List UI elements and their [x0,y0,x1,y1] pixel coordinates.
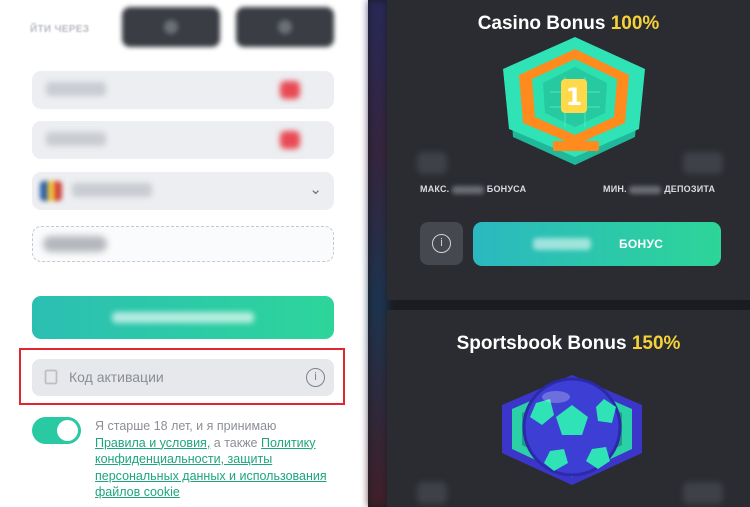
currency-select[interactable]: ⌄ [32,172,334,210]
max-bonus-value-blurred [417,152,447,174]
soccer-ball-icon [502,375,642,485]
email-field[interactable] [32,71,334,109]
sportsbook-bonus-card: Sportsbook Bonus 150% [387,310,750,507]
sportsbook-bonus-title: Sportsbook Bonus 150% [387,333,750,355]
info-icon[interactable]: i [306,368,325,387]
password-field[interactable] [32,121,334,159]
register-button[interactable] [32,296,334,339]
min-deposit-label-right: ДЕПОЗИТА [664,184,716,194]
max-bonus-label: МАКС. БОНУСА [420,184,526,194]
casino-info-button[interactable]: i [420,222,463,265]
consent-text: Я старше 18 лет, и я принимаю Правила и … [95,418,345,501]
button-label-blurred [533,238,591,250]
flag-icon [40,181,62,201]
social-login-button-2[interactable] [236,7,334,47]
casino-bonus-name: Casino Bonus [477,13,606,34]
sportsbook-bonus-percent: 150% [631,333,681,354]
get-casino-bonus-button[interactable]: БОНУС [473,222,721,266]
info-icon: i [432,234,451,253]
background-edge [368,0,388,507]
required-marker-icon [280,81,300,99]
field-placeholder-blurred [43,236,107,252]
age-consent-toggle[interactable] [32,417,81,444]
terms-link[interactable]: Правила и условия, [95,436,210,450]
field-placeholder-blurred [46,132,106,146]
min-deposit-label-left: МИН. [603,184,627,194]
casino-chest-icon: 1 [503,37,645,165]
consent-text-before: Я старше 18 лет, и я принимаю [95,419,277,433]
privacy-policy-link[interactable]: Политику [261,436,316,450]
login-via-label: ЙТИ ЧЕРЕЗ [30,24,90,35]
sportsbook-max-bonus-blurred [417,482,447,504]
svg-text:1: 1 [566,83,583,111]
consent-text-middle: а также [210,435,261,450]
min-deposit-label: МИН. ДЕПОЗИТА [603,184,715,194]
blurred-text [629,185,662,194]
social-icon [278,20,292,34]
chevron-down-icon: ⌄ [309,181,322,198]
toggle-knob [57,420,78,441]
privacy-policy-link-rest[interactable]: конфиденциальности, защиты персональных … [95,452,327,499]
registration-panel: ЙТИ ЧЕРЕЗ ⌄ Код активации i Я старше 18 … [0,0,368,507]
social-login-button-1[interactable] [122,7,220,47]
required-marker-icon [280,131,300,149]
bonus-button-label: БОНУС [619,237,664,251]
activation-code-field[interactable]: Код активации i [32,359,334,396]
blurred-text [452,185,485,194]
casino-bonus-percent: 100% [610,13,660,34]
max-bonus-label-right: БОНУСА [486,184,527,194]
field-placeholder-blurred [46,82,106,96]
select-value-blurred [72,183,152,197]
register-button-label-blurred [112,312,254,323]
min-deposit-value-blurred [683,152,723,174]
phone-field[interactable] [32,226,334,262]
social-icon [164,20,178,34]
sportsbook-bonus-name: Sportsbook Bonus [456,333,627,354]
sportsbook-min-deposit-blurred [683,482,723,504]
gift-icon [45,370,57,384]
casino-bonus-title: Casino Bonus 100% [387,13,750,35]
casino-bonus-card: Casino Bonus 100% 1 МАКС. БОНУСА МИН. ДЕ… [387,0,750,300]
activation-code-placeholder: Код активации [69,369,164,385]
max-bonus-label-left: МАКС. [420,184,450,194]
